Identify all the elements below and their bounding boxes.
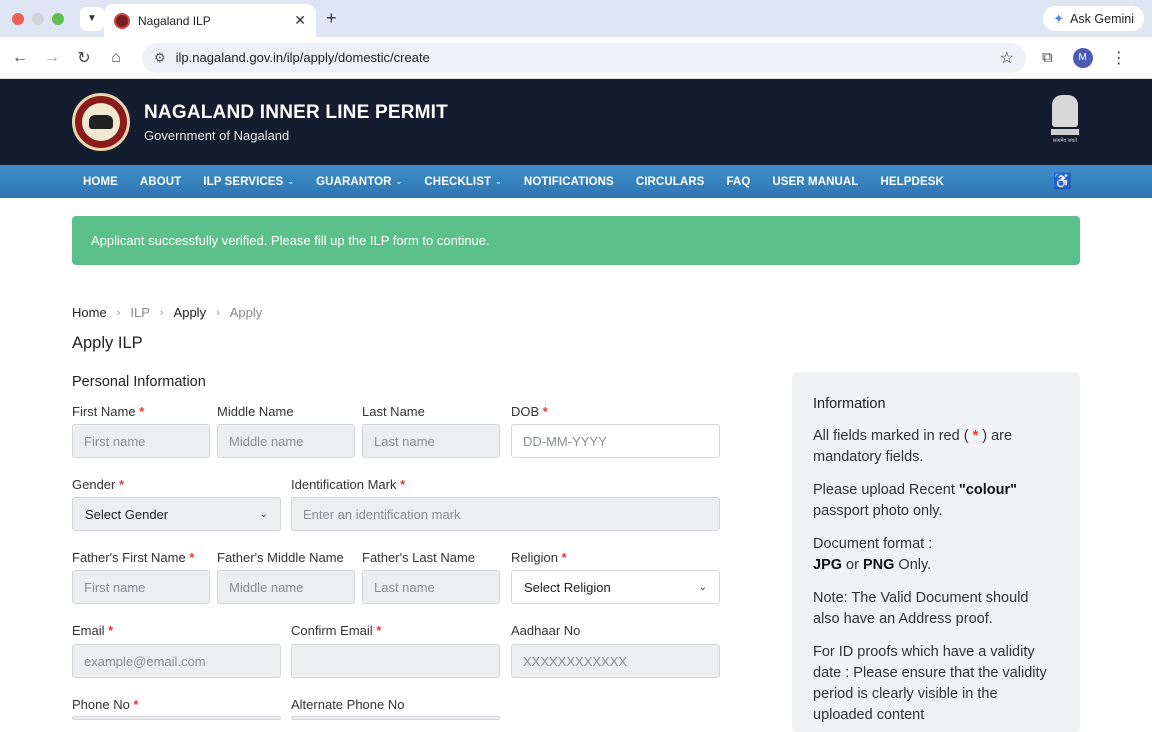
national-emblem-logo: सत्यमेव जयते xyxy=(1050,95,1080,147)
dob-label: DOB * xyxy=(511,404,548,419)
browser-tab-bar: ▼ Nagaland ILP ✕ + ✦ Ask Gemini xyxy=(0,0,1152,37)
chevron-down-icon: ▼ xyxy=(87,13,97,24)
nav-item-faq[interactable]: FAQ xyxy=(715,176,761,188)
father-last-name-label: Father's Last Name xyxy=(362,550,476,565)
maximize-window-button[interactable] xyxy=(52,12,64,25)
chevron-right-icon: › xyxy=(216,306,220,319)
breadcrumb: Home › ILP › Apply › Apply xyxy=(72,305,262,320)
info-validity: For ID proofs which have a validity date… xyxy=(813,644,1047,723)
middle-name-label: Middle Name xyxy=(217,404,294,419)
browser-toolbar: ← → ↻ ⌂ ⚙ ilp.nagaland.gov.in/ilp/apply/… xyxy=(0,37,1152,79)
breadcrumb-apply[interactable]: Apply xyxy=(174,305,207,320)
page-title: Apply ILP xyxy=(72,334,143,352)
tab-title: Nagaland ILP xyxy=(138,13,211,28)
breadcrumb-ilp[interactable]: ILP xyxy=(130,305,150,320)
site-brand: NAGALAND INNER LINE PERMIT Government of… xyxy=(144,102,448,143)
site-subtitle: Government of Nagaland xyxy=(144,127,290,143)
back-button[interactable]: ← xyxy=(4,49,36,67)
info-format: Document format : JPG or PNG Only. xyxy=(813,536,933,573)
bookmark-star-icon[interactable]: ☆ xyxy=(1000,48,1014,68)
info-note: Note: The Valid Document should also hav… xyxy=(813,590,1029,627)
section-title: Personal Information xyxy=(72,374,206,390)
alert-text: Applicant successfully verified. Please … xyxy=(91,233,490,248)
chevron-right-icon: › xyxy=(159,306,164,319)
phone-input[interactable] xyxy=(72,716,281,720)
first-name-label: First Name * xyxy=(72,404,145,419)
success-alert: Applicant successfully verified. Please … xyxy=(72,216,1080,265)
accessibility-icon[interactable]: ♿ xyxy=(1053,172,1072,190)
father-middle-name-label: Father's Middle Name xyxy=(217,550,344,565)
nav-item-circulars[interactable]: CIRCULARS xyxy=(625,176,716,188)
father-first-name-input[interactable]: First name xyxy=(72,570,210,604)
nav-item-home[interactable]: HOME xyxy=(72,176,129,188)
breadcrumb-current: Apply xyxy=(229,305,263,320)
identification-mark-label: Identification Mark * xyxy=(291,477,406,492)
information-panel: Information All fields marked in red ( *… xyxy=(792,372,1080,732)
reload-button[interactable]: ↻ xyxy=(68,48,100,68)
nav-item-user-manual[interactable]: USER MANUAL xyxy=(761,176,869,188)
nav-item-ilp-services[interactable]: ILP SERVICES ⌄ xyxy=(192,176,305,188)
extensions-icon[interactable]: ⧉ xyxy=(1042,49,1053,66)
first-name-input[interactable]: First name xyxy=(72,424,210,458)
gemini-spark-icon: ✦ xyxy=(1053,10,1065,26)
aadhaar-input[interactable]: XXXXXXXXXXXX xyxy=(511,644,720,678)
forward-button[interactable]: → xyxy=(36,49,68,67)
father-last-name-input[interactable]: Last name xyxy=(362,570,500,604)
chevron-down-icon: ⌄ xyxy=(259,508,268,520)
close-tab-icon[interactable]: ✕ xyxy=(294,12,306,29)
confirm-email-label: Confirm Email * xyxy=(291,623,382,638)
close-window-button[interactable] xyxy=(12,12,24,25)
chevron-down-icon: ⌄ xyxy=(698,581,707,593)
nav-item-notifications[interactable]: NOTIFICATIONS xyxy=(513,176,625,188)
identification-mark-input[interactable]: Enter an identification mark xyxy=(291,497,720,531)
father-middle-name-input[interactable]: Middle name xyxy=(217,570,355,604)
new-tab-button[interactable]: + xyxy=(326,8,337,29)
nav-item-about[interactable]: ABOUT xyxy=(129,176,192,188)
alternate-phone-label: Alternate Phone No xyxy=(291,697,405,712)
nav-item-checklist[interactable]: CHECKLIST ⌄ xyxy=(413,176,513,188)
last-name-input[interactable]: Last name xyxy=(362,424,500,458)
alternate-phone-input[interactable] xyxy=(291,716,500,720)
confirm-email-input[interactable] xyxy=(291,644,500,678)
dob-input[interactable]: DD-MM-YYYY xyxy=(511,424,720,458)
tab-search-button[interactable]: ▼ xyxy=(80,6,104,31)
site-settings-icon[interactable]: ⚙ xyxy=(154,50,166,66)
gender-select[interactable]: Select Gender ⌄ xyxy=(72,497,281,531)
religion-select[interactable]: Select Religion ⌄ xyxy=(511,570,720,604)
nagaland-seal-logo[interactable] xyxy=(72,93,130,151)
url-text[interactable]: ilp.nagaland.gov.in/ilp/apply/domestic/c… xyxy=(176,50,1000,65)
home-button[interactable]: ⌂ xyxy=(100,49,132,67)
phone-label: Phone No * xyxy=(72,697,139,712)
last-name-label: Last Name xyxy=(362,404,425,419)
browser-tab[interactable]: Nagaland ILP ✕ xyxy=(104,4,316,37)
ask-gemini-label: Ask Gemini xyxy=(1070,11,1134,26)
info-photo: Please upload Recent "colour" passport p… xyxy=(813,482,1017,519)
chevron-down-icon: ⌄ xyxy=(495,177,502,186)
email-label: Email * xyxy=(72,623,114,638)
religion-label: Religion * xyxy=(511,550,567,565)
site-header: NAGALAND INNER LINE PERMIT Government of… xyxy=(0,79,1152,165)
info-mandatory: All fields marked in red ( * ) are manda… xyxy=(813,428,1013,465)
nav-item-guarantor[interactable]: GUARANTOR ⌄ xyxy=(305,176,413,188)
father-first-name-label: Father's First Name * xyxy=(72,550,195,565)
window-controls xyxy=(12,12,64,25)
nav-item-helpdesk[interactable]: HELPDESK xyxy=(869,176,954,188)
site-favicon-icon xyxy=(114,12,130,29)
browser-menu-icon[interactable]: ⋮ xyxy=(1111,48,1127,68)
site-title: NAGALAND INNER LINE PERMIT xyxy=(144,101,448,123)
email-input[interactable]: example@email.com xyxy=(72,644,281,678)
information-title: Information xyxy=(813,396,886,412)
middle-name-input[interactable]: Middle name xyxy=(217,424,355,458)
chevron-down-icon: ⌄ xyxy=(287,177,295,186)
gender-label: Gender * xyxy=(72,477,125,492)
breadcrumb-home[interactable]: Home xyxy=(72,305,107,320)
aadhaar-label: Aadhaar No xyxy=(511,623,581,638)
main-nav: HOME ABOUT ILP SERVICES ⌄ GUARANTOR ⌄ CHEC… xyxy=(0,165,1152,198)
ask-gemini-button[interactable]: ✦ Ask Gemini xyxy=(1043,6,1144,31)
address-bar[interactable]: ⚙ ilp.nagaland.gov.in/ilp/apply/domestic… xyxy=(142,42,1026,73)
minimize-window-button[interactable] xyxy=(32,12,44,25)
profile-avatar[interactable]: M xyxy=(1072,47,1093,68)
chevron-down-icon: ⌄ xyxy=(395,177,403,186)
chevron-right-icon: › xyxy=(116,306,121,319)
